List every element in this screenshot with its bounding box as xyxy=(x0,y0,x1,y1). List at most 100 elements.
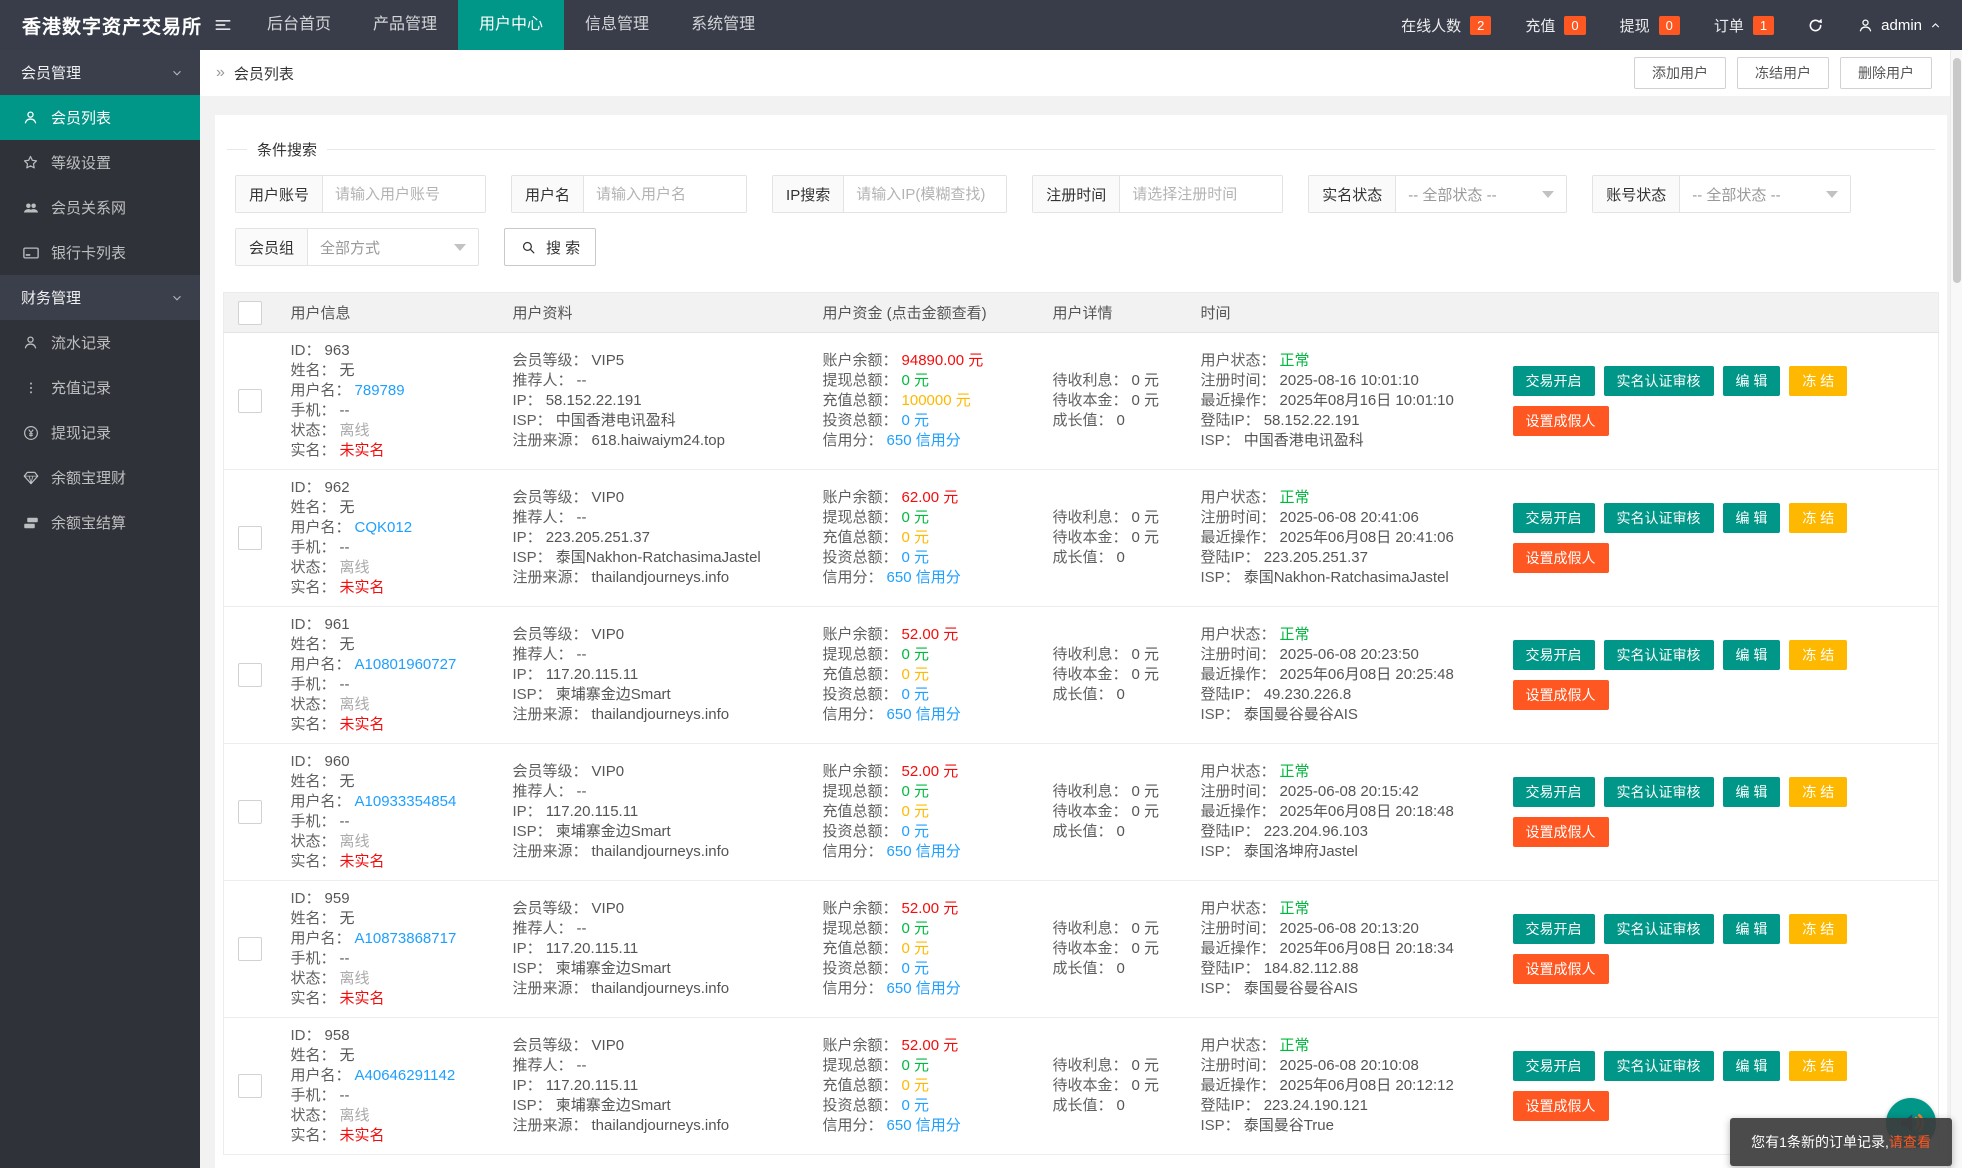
balance-value[interactable]: 52.00 元 xyxy=(902,626,959,643)
nav-user-center[interactable]: 用户中心 xyxy=(458,0,564,50)
trade-toggle-button[interactable]: 交易开启 xyxy=(1513,777,1595,807)
freeze-button[interactable]: 冻 结 xyxy=(1789,640,1847,670)
stat-order-count[interactable]: 订单1 xyxy=(1714,15,1774,36)
row-checkbox[interactable] xyxy=(238,389,262,413)
set-fake-button[interactable]: 设置成假人 xyxy=(1513,954,1609,984)
credit-value[interactable]: 650 信用分 xyxy=(887,432,961,449)
freeze-button[interactable]: 冻 结 xyxy=(1789,503,1847,533)
freeze-button[interactable]: 冻 结 xyxy=(1789,777,1847,807)
credit-value[interactable]: 650 信用分 xyxy=(887,706,961,723)
account-input[interactable] xyxy=(323,176,485,212)
trade-toggle-button[interactable]: 交易开启 xyxy=(1513,1051,1595,1081)
recharge-value[interactable]: 0 元 xyxy=(902,940,930,957)
toast-view-link[interactable]: 请查看 xyxy=(1889,1132,1931,1152)
sidebar-item-member-list[interactable]: 会员列表 xyxy=(0,95,200,140)
row-checkbox[interactable] xyxy=(238,937,262,961)
balance-value[interactable]: 52.00 元 xyxy=(902,900,959,917)
reg-time-input[interactable] xyxy=(1120,176,1282,212)
stat-recharge-count[interactable]: 充值0 xyxy=(1525,15,1585,36)
nav-system[interactable]: 系统管理 xyxy=(670,0,776,50)
sidebar-item-level-settings[interactable]: 等级设置 xyxy=(0,140,200,185)
username-value[interactable]: A40646291142 xyxy=(355,1067,456,1084)
nav-dashboard[interactable]: 后台首页 xyxy=(246,0,352,50)
withdraw-value[interactable]: 0 元 xyxy=(902,920,930,937)
invest-value[interactable]: 0 元 xyxy=(902,412,930,429)
credit-value[interactable]: 650 信用分 xyxy=(887,980,961,997)
search-button[interactable]: 搜 索 xyxy=(504,228,596,266)
edit-button[interactable]: 编 辑 xyxy=(1723,777,1781,807)
sidebar-item-recharge-records[interactable]: 充值记录 xyxy=(0,365,200,410)
invest-value[interactable]: 0 元 xyxy=(902,686,930,703)
invest-value[interactable]: 0 元 xyxy=(902,549,930,566)
realname-review-button[interactable]: 实名认证审核 xyxy=(1604,366,1714,396)
username-value[interactable]: A10801960727 xyxy=(355,656,457,673)
balance-value[interactable]: 94890.00 元 xyxy=(902,352,984,369)
username-value[interactable]: A10873868717 xyxy=(355,930,457,947)
balance-value[interactable]: 52.00 元 xyxy=(902,763,959,780)
sidebar-item-yuebao-invest[interactable]: 余额宝理财 xyxy=(0,455,200,500)
trade-toggle-button[interactable]: 交易开启 xyxy=(1513,503,1595,533)
username-value[interactable]: A10933354854 xyxy=(355,793,457,810)
stat-online-count[interactable]: 在线人数2 xyxy=(1401,15,1491,36)
trade-toggle-button[interactable]: 交易开启 xyxy=(1513,640,1595,670)
edit-button[interactable]: 编 辑 xyxy=(1723,1051,1781,1081)
edit-button[interactable]: 编 辑 xyxy=(1723,640,1781,670)
invest-value[interactable]: 0 元 xyxy=(902,823,930,840)
withdraw-value[interactable]: 0 元 xyxy=(902,509,930,526)
realname-review-button[interactable]: 实名认证审核 xyxy=(1604,1051,1714,1081)
set-fake-button[interactable]: 设置成假人 xyxy=(1513,680,1609,710)
freeze-user-button[interactable]: 冻结用户 xyxy=(1737,57,1829,89)
sidebar-item-withdraw-records[interactable]: 提现记录 xyxy=(0,410,200,455)
ip-search-input[interactable] xyxy=(844,176,1006,212)
row-checkbox[interactable] xyxy=(238,1074,262,1098)
recharge-value[interactable]: 0 元 xyxy=(902,803,930,820)
nav-info[interactable]: 信息管理 xyxy=(564,0,670,50)
freeze-button[interactable]: 冻 结 xyxy=(1789,914,1847,944)
realname-review-button[interactable]: 实名认证审核 xyxy=(1604,640,1714,670)
set-fake-button[interactable]: 设置成假人 xyxy=(1513,1091,1609,1121)
sidebar-item-yuebao-settle[interactable]: 余额宝结算 xyxy=(0,500,200,545)
edit-button[interactable]: 编 辑 xyxy=(1723,914,1781,944)
invest-value[interactable]: 0 元 xyxy=(902,960,930,977)
withdraw-value[interactable]: 0 元 xyxy=(902,783,930,800)
sidebar-item-bank-card-list[interactable]: 银行卡列表 xyxy=(0,230,200,275)
set-fake-button[interactable]: 设置成假人 xyxy=(1513,817,1609,847)
select-all-checkbox[interactable] xyxy=(238,301,262,325)
sidebar-item-flow-records[interactable]: 流水记录 xyxy=(0,320,200,365)
row-checkbox[interactable] xyxy=(238,663,262,687)
withdraw-value[interactable]: 0 元 xyxy=(902,372,930,389)
trade-toggle-button[interactable]: 交易开启 xyxy=(1513,366,1595,396)
nav-products[interactable]: 产品管理 xyxy=(352,0,458,50)
credit-value[interactable]: 650 信用分 xyxy=(887,1117,961,1134)
sidebar-item-member-network[interactable]: 会员关系网 xyxy=(0,185,200,230)
add-user-button[interactable]: 添加用户 xyxy=(1634,57,1726,89)
realname-review-button[interactable]: 实名认证审核 xyxy=(1604,777,1714,807)
scrollbar-thumb[interactable] xyxy=(1953,58,1961,283)
credit-value[interactable]: 650 信用分 xyxy=(887,843,961,860)
set-fake-button[interactable]: 设置成假人 xyxy=(1513,543,1609,573)
stat-withdraw-count[interactable]: 提现0 xyxy=(1620,15,1680,36)
recharge-value[interactable]: 0 元 xyxy=(902,1077,930,1094)
account-status-select[interactable]: -- 全部状态 -- xyxy=(1680,176,1850,212)
edit-button[interactable]: 编 辑 xyxy=(1723,503,1781,533)
delete-user-button[interactable]: 删除用户 xyxy=(1840,57,1932,89)
recharge-value[interactable]: 0 元 xyxy=(902,529,930,546)
recharge-value[interactable]: 0 元 xyxy=(902,666,930,683)
freeze-button[interactable]: 冻 结 xyxy=(1789,366,1847,396)
withdraw-value[interactable]: 0 元 xyxy=(902,646,930,663)
row-checkbox[interactable] xyxy=(238,800,262,824)
row-checkbox[interactable] xyxy=(238,526,262,550)
balance-value[interactable]: 62.00 元 xyxy=(902,489,959,506)
set-fake-button[interactable]: 设置成假人 xyxy=(1513,406,1609,436)
username-value[interactable]: CQK012 xyxy=(355,519,413,536)
realname-review-button[interactable]: 实名认证审核 xyxy=(1604,914,1714,944)
member-group-select[interactable]: 全部方式 xyxy=(308,229,478,265)
balance-value[interactable]: 52.00 元 xyxy=(902,1037,959,1054)
username-input[interactable] xyxy=(584,176,746,212)
admin-menu[interactable]: admin xyxy=(1857,17,1942,34)
realname-status-select[interactable]: -- 全部状态 -- xyxy=(1396,176,1566,212)
sidebar-group-member-management[interactable]: 会员管理 xyxy=(0,50,200,95)
credit-value[interactable]: 650 信用分 xyxy=(887,569,961,586)
sidebar-group-finance-management[interactable]: 财务管理 xyxy=(0,275,200,320)
refresh-icon[interactable] xyxy=(1806,16,1825,35)
